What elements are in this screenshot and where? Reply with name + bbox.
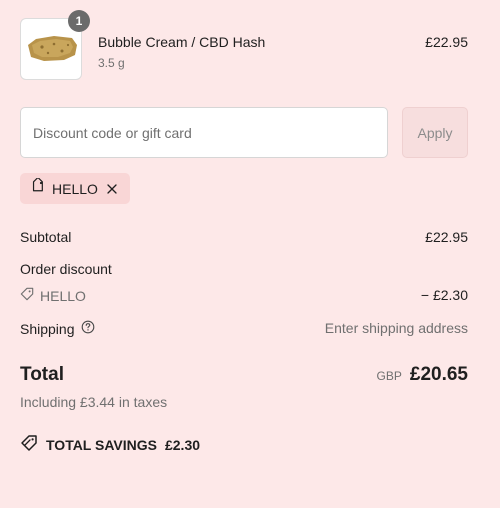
shipping-value: Enter shipping address — [324, 320, 468, 336]
applied-discount-tag: HELLO — [20, 173, 130, 204]
quantity-badge: 1 — [68, 10, 90, 32]
order-discount-row: Order discount — [20, 261, 468, 277]
product-variant: 3.5 g — [98, 56, 125, 70]
tag-double-icon — [20, 434, 38, 455]
total-label: Total — [20, 364, 64, 385]
shipping-row: Shipping Enter shipping address — [20, 320, 468, 337]
product-name: Bubble Cream / CBD Hash — [98, 34, 266, 50]
apply-button[interactable]: Apply — [402, 107, 468, 158]
subtotal-value: £22.95 — [425, 229, 468, 245]
subtotal-label: Subtotal — [20, 229, 72, 245]
shipping-label: Shipping — [20, 320, 75, 337]
total-savings: TOTAL SAVINGS £2.30 — [20, 434, 200, 455]
close-icon[interactable] — [104, 181, 120, 197]
total-row: Total GBP £20.65 — [20, 364, 468, 386]
tag-icon — [20, 287, 34, 304]
discount-code-name: HELLO — [40, 287, 86, 304]
tag-icon — [30, 176, 46, 199]
discount-code-row: HELLO − £2.30 — [20, 287, 468, 304]
taxes-note: Including £3.44 in taxes — [20, 394, 168, 410]
order-discount-label: Order discount — [20, 261, 112, 277]
subtotal-row: Subtotal £22.95 — [20, 229, 468, 245]
total-amount: £20.65 — [409, 364, 468, 385]
discount-code-input[interactable] — [20, 107, 388, 158]
savings-label: TOTAL SAVINGS — [46, 436, 157, 453]
product-image — [28, 36, 77, 61]
product-price: £22.95 — [425, 34, 468, 50]
applied-code-label: HELLO — [52, 180, 98, 197]
question-circle-icon[interactable] — [81, 320, 95, 337]
savings-value: £2.30 — [164, 436, 201, 453]
line-item: 1 Bubble Cream / CBD Hash 3.5 g £22.95 — [20, 10, 468, 82]
discount-value: − £2.30 — [420, 287, 468, 303]
currency-code: GBP — [376, 369, 402, 383]
